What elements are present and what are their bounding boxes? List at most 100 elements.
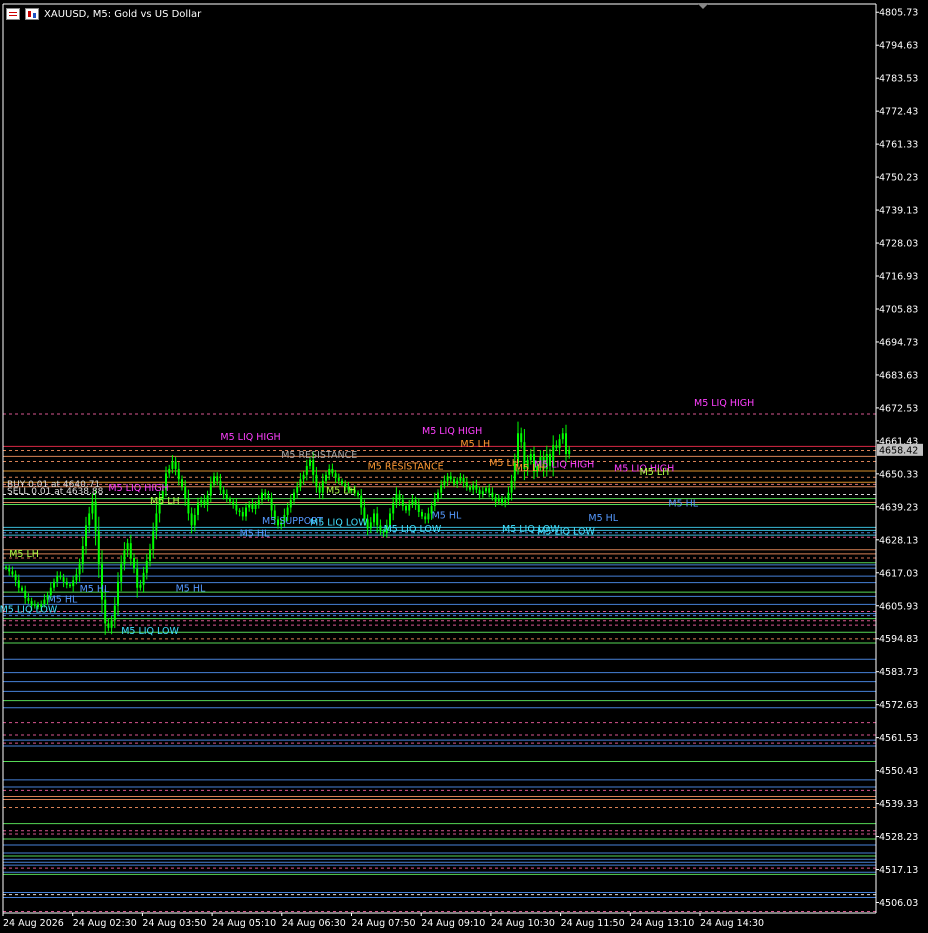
candle-0 [5,565,7,571]
candle-body-114 [369,522,372,529]
candle-1 [8,564,11,576]
candle-body-69 [225,494,228,499]
candle-35 [117,572,119,616]
candle-66 [216,472,219,486]
y-tick-label-17: 4617.03 [879,568,918,579]
candle-body-77 [251,504,254,509]
chart-header: XAUUSD, M5: Gold vs US Dollar [6,6,201,22]
candle-body-96 [312,459,315,475]
x-tick-label-2: 24 Aug 03:50 [142,918,206,929]
candle-16 [56,571,59,588]
candle-body-7 [27,598,30,602]
candle-body-15 [53,581,55,588]
list-icon[interactable] [6,8,20,20]
candle-32 [107,618,110,632]
chart-icon[interactable] [25,8,39,20]
candle-79 [257,495,260,509]
level-label-5: M5 LIQ HIGH [694,398,754,409]
y-tick-label-7: 4728.03 [879,239,918,250]
level-label-10: M5 LH [515,463,545,474]
candle-body-155 [501,498,503,504]
candle-body-128 [414,500,417,505]
y-tick-label-22: 4561.53 [879,733,918,744]
candle-59 [193,508,196,532]
y-tick-label-4: 4761.33 [879,140,918,151]
candle-body-92 [299,479,302,487]
candle-75 [245,503,247,521]
y-tick-label-26: 4517.13 [879,865,918,876]
y-tick-label-16: 4628.13 [879,535,918,546]
candle-body-174 [561,433,564,440]
candle-65 [213,472,215,488]
candle-146 [472,481,475,495]
candle-103 [334,469,337,484]
time-axis[interactable]: 24 Aug 2026 24 Aug 02:30 24 Aug 03:50 24 Au… [2,913,764,929]
candle-body-104 [337,477,340,481]
candle-body-135 [437,492,439,499]
y-tick-label-20: 4583.73 [879,667,918,678]
candle-173 [558,434,561,456]
candle-body-25 [85,525,87,547]
candle-body-74 [241,511,244,517]
level-label-2: M5 LIQ HIGH [422,426,482,437]
candle-124 [401,494,404,511]
candle-151 [488,484,491,498]
price-axis[interactable]: 4805.73 4794.63 4783.53 4772.43 4761.33 4750.… [876,8,918,909]
candle-15 [53,578,55,591]
level-label-1: M5 LIQ HIGH [108,483,168,494]
candle-body-140 [453,479,455,484]
y-tick-label-25: 4528.23 [879,832,918,843]
candle-body-90 [293,492,295,501]
candle-body-59 [193,514,196,526]
candle-143 [462,474,465,488]
candle-129 [417,498,420,518]
candle-21 [72,575,75,592]
candle-body-100 [325,474,327,481]
candle-19 [65,577,68,589]
candle-68 [222,486,225,500]
candle-47 [155,503,158,540]
candle-149 [481,486,484,498]
candle-body-129 [417,504,420,512]
candle-174 [561,428,564,444]
candle-body-142 [459,477,462,481]
candle-body-2 [11,571,14,575]
candle-body-63 [206,495,209,505]
candle-161 [520,427,523,449]
y-tick-label-19: 4594.83 [879,634,918,645]
candle-158 [510,474,513,501]
candle-110 [357,490,359,498]
level-label-24: M5 LIQ LOW [384,524,442,535]
chart-canvas[interactable]: M5 LIQ HIGH M5 LIQ HIGH M5 LIQ HIGH M5 LIQ … [0,0,928,933]
candle-7 [27,593,30,604]
level-label-22: M5 HL [668,499,698,510]
menu-triangle-icon[interactable] [698,4,708,9]
candle-body-101 [328,468,331,475]
sell-order-label[interactable]: SELL 0.01 at 4638.88 [7,487,103,497]
level-label-7: M5 RESISTANCE [368,461,444,472]
candle-body-138 [446,476,449,481]
candle-31 [104,588,107,635]
candle-body-83 [270,498,273,511]
level-label-6: M5 RESISTANCE [281,450,357,461]
candle-body-88 [286,507,289,515]
level-label-11: M5 LH [150,496,180,507]
candle-body-54 [177,468,180,480]
candle-body-67 [219,480,222,490]
candle-body-37 [123,550,126,564]
candle-body-3 [14,574,17,581]
candle-body-53 [174,461,177,469]
y-tick-label-0: 4805.73 [879,8,918,19]
candle-body-73 [238,510,241,512]
level-label-13: M5 LH [9,549,39,560]
candle-37 [123,542,126,571]
candle-body-68 [222,489,225,495]
candle-body-44 [145,560,148,573]
candle-131 [424,512,427,524]
candle-body-161 [520,433,523,443]
candle-25 [85,516,87,555]
candle-27 [91,493,94,520]
candle-58 [190,507,193,534]
candle-body-20 [69,584,71,587]
candle-body-61 [200,500,203,504]
